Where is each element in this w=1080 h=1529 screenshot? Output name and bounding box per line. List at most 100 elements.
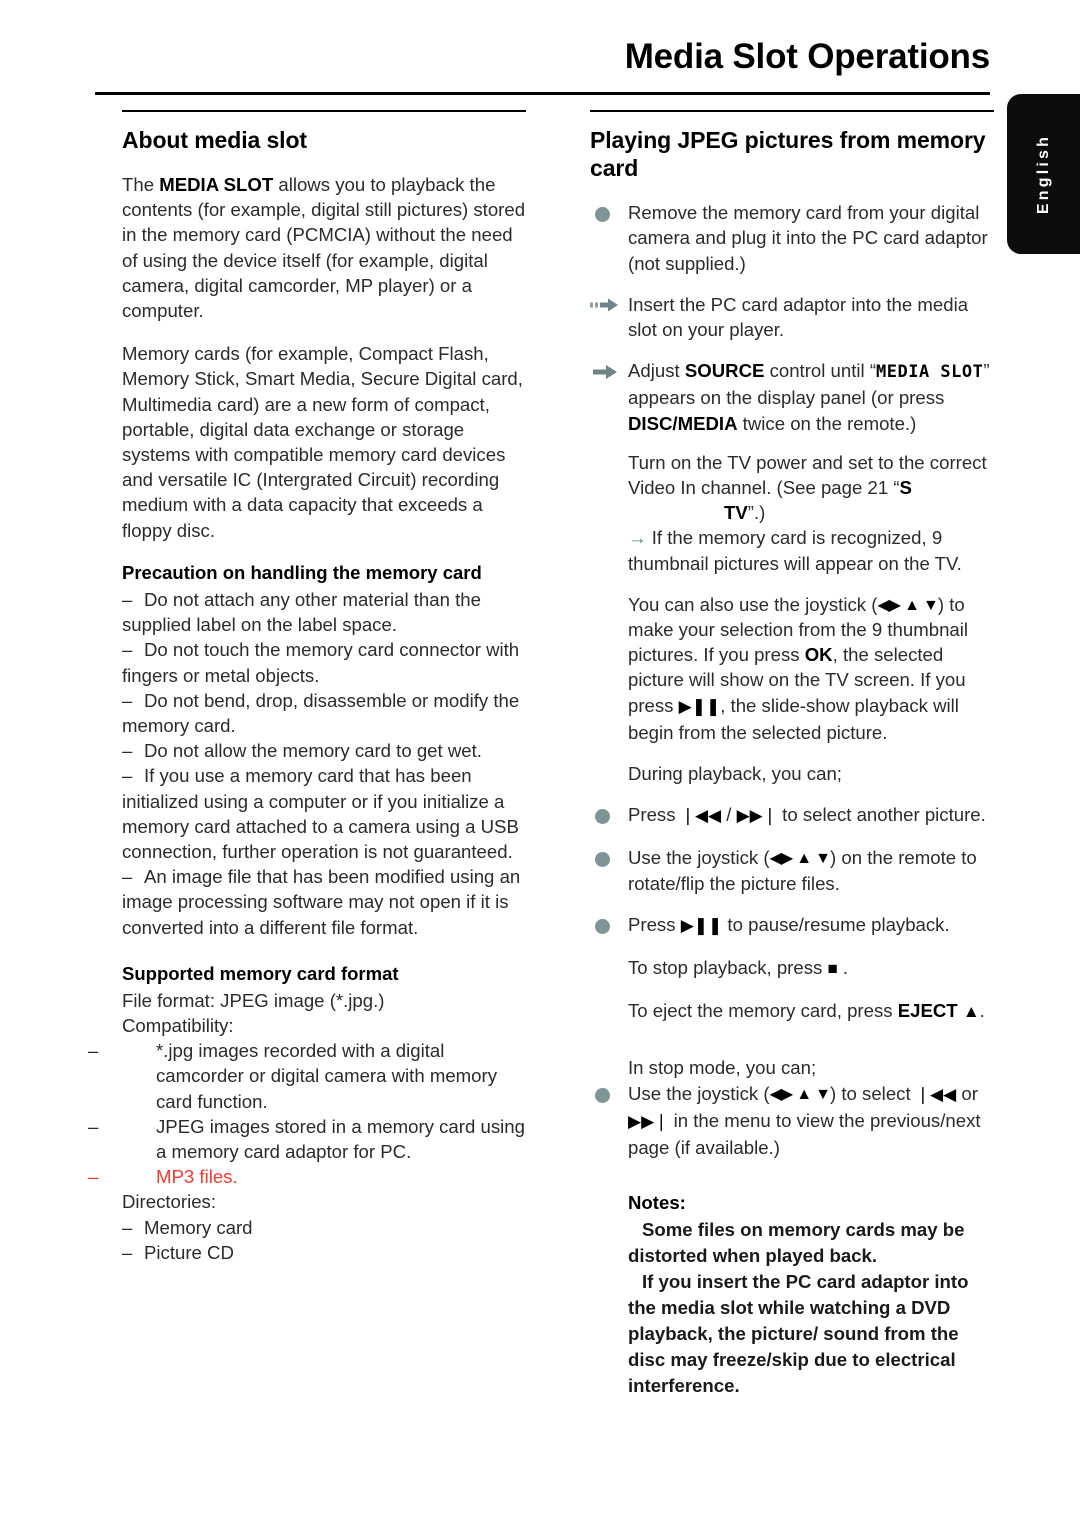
during-playback-label: During playback, you can; (628, 762, 842, 784)
compatibility-item-text: MP3 files. (156, 1166, 238, 1188)
tv-setup-pre: Video In channel. (See page 21 “ (628, 476, 900, 498)
step-remove-card: Remove the memory card from your digital… (590, 200, 994, 276)
tv-setup-line-1: Turn on the TV power and set to the corr… (628, 451, 987, 473)
left-column-rule (122, 110, 526, 112)
precaution-item-6: – An image file that has been modified us… (122, 864, 526, 940)
dash-marker: – (122, 866, 133, 888)
directories-item-text: Picture CD (144, 1241, 234, 1263)
dash-marker: – (88, 1115, 99, 1137)
dash-marker: – (122, 765, 133, 787)
recognized-note: → If the memory card is recognized, 9 th… (590, 525, 994, 575)
right-column: Playing JPEG pictures from memory card R… (590, 110, 994, 1399)
compatibility-item-text: *.jpg images recorded with a digital cam… (156, 1040, 497, 1112)
playback-1-pre: Press (628, 804, 681, 826)
playback-2-pre: Use the joystick ( (628, 847, 770, 869)
stop-mode-pre: Use the joystick ( (628, 1082, 770, 1104)
left-column: About media slot The MEDIA SLOT allows y… (88, 110, 526, 1265)
step3-pre: Adjust (628, 360, 685, 382)
playback-3-pre: Press (628, 913, 681, 935)
inline-arrow-icon: → (628, 527, 647, 549)
precaution-item-text: Do not attach any other material than th… (122, 588, 481, 636)
right-column-rule (590, 110, 994, 112)
bullet-dot-icon (595, 207, 610, 223)
note-text: If you insert the PC card adaptor into t… (628, 1271, 969, 1397)
about-media-slot-heading: About media slot (122, 127, 307, 153)
about-paragraph-2: Memory cards (for example, Compact Flash… (122, 343, 523, 541)
compatibility-item-3: – MP3 files. (88, 1164, 526, 1189)
s-bold: S (899, 476, 912, 498)
joystick-pre: You can also use the joystick ( (628, 593, 878, 615)
para1-post: allows you to playback the contents (for… (122, 174, 526, 322)
bullet-dot-icon (595, 809, 610, 825)
tv-setup-line-2: Video In channel. (See page 21 “S TV”.) (590, 475, 994, 525)
dash-marker: – (122, 1216, 133, 1238)
dash-marker: – (122, 740, 133, 762)
recognized-note-text: If the memory card is recognized, 9 thum… (628, 527, 962, 574)
stop-playback-line: To stop playback, press ■ . (590, 955, 994, 982)
precaution-item-2: – Do not touch the memory card connector … (122, 637, 526, 687)
precaution-item-3: – Do not bend, drop, disassemble or modif… (122, 688, 526, 738)
language-tab-label: English (1034, 133, 1052, 215)
dpad-glyphs: ◀▶ ▲ ▼ (769, 848, 831, 868)
ok-bold: OK (804, 644, 833, 666)
next-track-glyph: ▶▶❘ (628, 1111, 669, 1132)
motion-arrow-icon (590, 295, 624, 315)
stop-mode-post: in the menu to view the previous/next pa… (628, 1109, 981, 1158)
eject-card-line: To eject the memory card, press EJECT ▲. (590, 998, 994, 1025)
directories-item-2: – Picture CD (122, 1240, 526, 1265)
compatibility-item-1: – *.jpg images recorded with a digital ca… (88, 1038, 526, 1114)
dash-marker: – (122, 689, 133, 711)
header-divider (95, 92, 990, 95)
joystick-paragraph: You can also use the joystick (◀▶ ▲ ▼) t… (590, 592, 994, 745)
arrow-right-icon (592, 362, 622, 382)
step-text: Remove the memory card from your digital… (628, 202, 988, 274)
eject-glyph: ▲ (962, 1002, 980, 1023)
directories-item-1: – Memory card (122, 1215, 526, 1240)
dash-marker: – (88, 1040, 99, 1062)
step-adjust-source: Adjust SOURCE control until “MEDIA SLOT”… (590, 358, 994, 436)
bullet-dot-icon (595, 852, 610, 868)
stop-mode-mid: ) to select (830, 1082, 916, 1104)
dash-marker: – (122, 1241, 133, 1263)
stop-post: . (842, 956, 849, 978)
precaution-item-4: – Do not allow the memory card to get wet… (122, 738, 526, 763)
source-bold: SOURCE (684, 360, 765, 382)
play-pause-glyph: ▶❚❚ (680, 915, 723, 936)
dpad-glyphs: ◀▶ ▲ ▼ (769, 1083, 831, 1103)
directories-label: Directories: (122, 1191, 217, 1213)
precaution-item-text: Do not touch the memory card connector w… (122, 639, 520, 686)
language-tab: English (1007, 94, 1080, 254)
file-format-line: File format: JPEG image (*.jpg.) (122, 989, 385, 1011)
playing-jpeg-heading: Playing JPEG pictures from memory card (590, 127, 986, 182)
step-insert-adaptor: Insert the PC card adaptor into the medi… (590, 292, 994, 342)
stop-mode-item: Use the joystick (◀▶ ▲ ▼) to select ❘◀◀ … (590, 1081, 994, 1161)
bullet-dot-icon (595, 918, 610, 934)
precaution-item-text: If you use a memory card that has been i… (122, 765, 519, 862)
playback-1-post: to select another picture. (777, 804, 986, 826)
next-track-glyph: ▶▶❘ (736, 806, 778, 827)
dpad-glyphs: ◀▶ ▲ ▼ (877, 594, 938, 614)
playback-item-pause-resume: Press ▶❚❚ to pause/resume playback. (590, 912, 994, 939)
page-title: Media Slot Operations (624, 37, 991, 76)
document-page: Media Slot Operations English About medi… (0, 0, 1080, 1529)
stop-pre: To stop playback, press (628, 956, 828, 978)
step3-post: twice on the remote.) (737, 412, 917, 434)
media-slot-bold: MEDIA SLOT (159, 174, 274, 196)
eject-post: . (979, 1000, 985, 1022)
stop-mode-label: In stop mode, you can; (628, 1057, 817, 1079)
compatibility-item-2: – JPEG images stored in a memory card usi… (88, 1114, 526, 1164)
disc-media-bold: DISC/MEDIA (628, 412, 738, 434)
precaution-item-text: An image file that has been modified usi… (122, 866, 521, 938)
precaution-item-text: Do not allow the memory card to get wet. (144, 740, 482, 762)
precaution-item-1: – Do not attach any other material than t… (122, 587, 526, 637)
bullet-dot-icon (595, 1087, 610, 1103)
notes-heading: Notes: (628, 1192, 686, 1214)
note-item-2: If you insert the PC card adaptor into t… (590, 1269, 994, 1399)
prev-track-glyph: ❘◀◀ (915, 1084, 957, 1105)
dash-marker: – (122, 639, 133, 661)
step3-mid: control until “ (764, 360, 877, 382)
